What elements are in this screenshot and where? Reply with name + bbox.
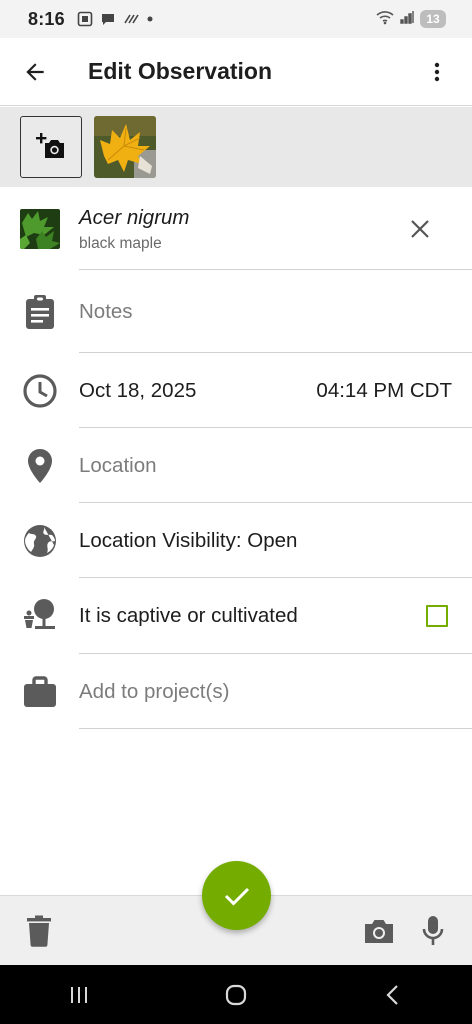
delete-button[interactable]: [0, 896, 78, 966]
date-icon-cell: [0, 373, 79, 409]
status-time: 8:16: [28, 8, 65, 29]
chat-icon: [100, 11, 116, 27]
map-pin-icon: [27, 448, 52, 483]
more-options-button[interactable]: [402, 38, 472, 106]
app-bar: Edit Observation: [0, 38, 472, 106]
status-bar: 8:16 13: [0, 0, 472, 38]
notes-row[interactable]: Notes: [0, 270, 472, 353]
page-title: Edit Observation: [88, 58, 273, 84]
recent-apps-icon: [70, 986, 87, 1003]
potted-tree-icon: [23, 599, 55, 629]
briefcase-icon: [23, 675, 56, 707]
notes-icon-cell: [0, 294, 79, 330]
projects-field[interactable]: Add to project(s): [79, 680, 229, 704]
wifi-icon: [376, 9, 394, 30]
taxon-image: [20, 209, 60, 249]
status-notification-icons: [77, 11, 154, 27]
taxon-names: Acer nigrum black maple: [79, 206, 190, 253]
add-photo-icon: [36, 133, 64, 158]
save-button[interactable]: [202, 861, 271, 930]
projects-icon-cell: [0, 675, 79, 709]
location-icon-cell: [0, 448, 79, 484]
location-row[interactable]: Location: [0, 428, 472, 503]
projects-row[interactable]: Add to project(s): [0, 654, 472, 729]
back-icon: [386, 984, 399, 1005]
observation-photo-thumbnail[interactable]: [94, 116, 156, 178]
captive-checkbox[interactable]: [426, 605, 448, 627]
observation-time[interactable]: 04:14 PM CDT: [316, 379, 452, 403]
date-time-row[interactable]: Oct 18, 2025 04:14 PM CDT: [0, 353, 472, 428]
taxon-scientific-name: Acer nigrum: [79, 205, 190, 229]
location-field[interactable]: Location: [79, 454, 157, 478]
home-button[interactable]: [196, 965, 276, 1024]
trash-icon: [27, 915, 51, 947]
add-photo-button[interactable]: [20, 116, 82, 178]
close-icon: [411, 220, 429, 238]
home-icon: [225, 984, 247, 1005]
notes-field[interactable]: Notes: [79, 300, 133, 324]
arrow-back-icon: [26, 62, 44, 81]
clear-taxon-button[interactable]: [384, 193, 456, 265]
taxon-row[interactable]: Acer nigrum black maple: [0, 188, 472, 270]
captive-label: It is captive or cultivated: [79, 604, 298, 627]
captive-row[interactable]: It is captive or cultivated: [0, 578, 472, 654]
recent-apps-button[interactable]: [39, 965, 119, 1024]
back-button[interactable]: [0, 38, 70, 106]
system-back-button[interactable]: [353, 965, 433, 1024]
check-icon: [224, 887, 249, 906]
stripes-icon: [123, 11, 139, 27]
taxon-common-name: black maple: [79, 234, 162, 252]
screenshot-icon: [77, 11, 93, 27]
visibility-icon-cell: [0, 523, 79, 559]
location-visibility-label[interactable]: Location Visibility: Open: [79, 529, 297, 553]
divider: [79, 728, 472, 729]
signal-icon: [400, 10, 414, 29]
status-system-icons: 13: [376, 9, 446, 30]
yellow-maple-leaf-photo: [94, 116, 156, 178]
camera-icon: [365, 919, 393, 943]
globe-icon: [23, 524, 56, 557]
maple-leaves-image: [20, 209, 60, 249]
captive-icon-cell: [0, 598, 79, 634]
system-nav-bar: [0, 965, 472, 1024]
photo-strip: [0, 107, 472, 187]
more-vertical-icon: [434, 62, 440, 81]
voice-note-button[interactable]: [406, 896, 460, 966]
clipboard-icon: [25, 294, 54, 329]
location-visibility-row[interactable]: Location Visibility: Open: [0, 503, 472, 578]
camera-button[interactable]: [352, 896, 406, 966]
battery-icon: 13: [420, 10, 446, 28]
dot-icon: [146, 15, 154, 23]
microphone-icon: [422, 915, 444, 945]
clock-icon: [22, 373, 57, 408]
observation-date[interactable]: Oct 18, 2025: [79, 379, 196, 403]
